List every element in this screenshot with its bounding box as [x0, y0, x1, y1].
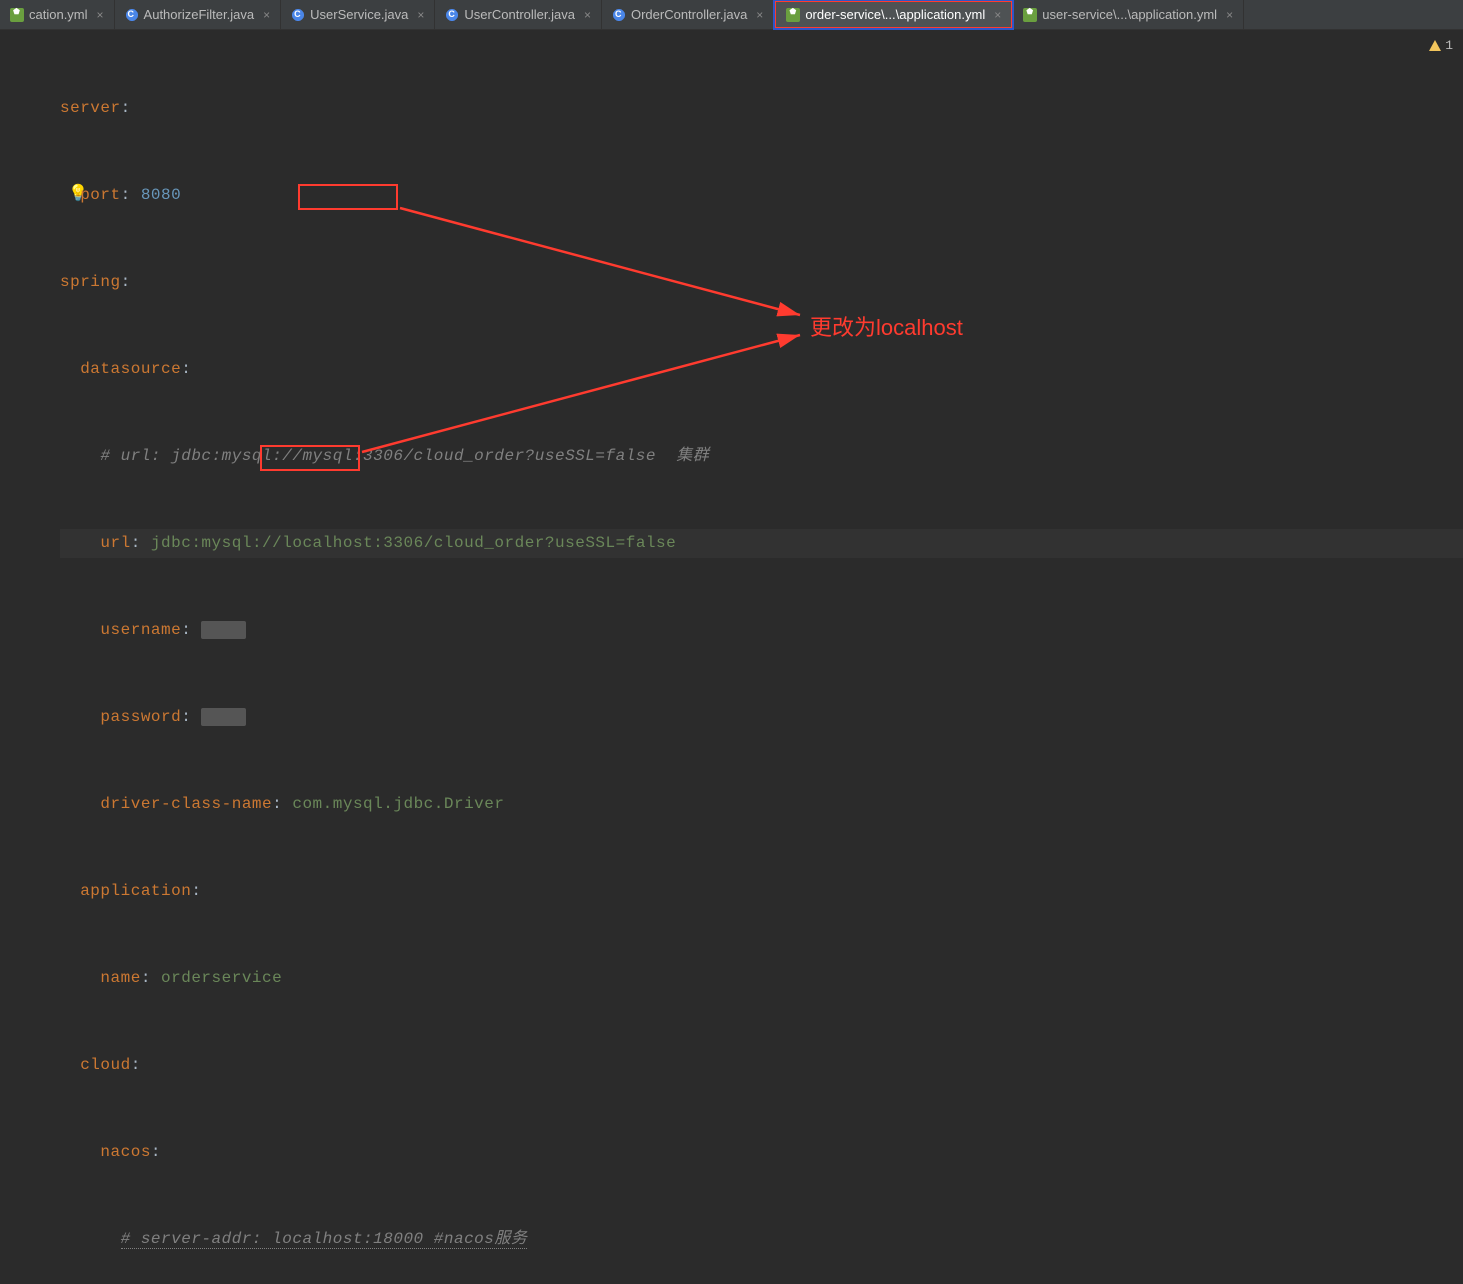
tab-5[interactable]: order-service\...\application.yml ×	[774, 0, 1013, 29]
tab-label: order-service\...\application.yml	[805, 7, 985, 22]
close-icon[interactable]: ×	[1226, 8, 1233, 22]
tab-2[interactable]: UserService.java ×	[281, 0, 435, 29]
close-icon[interactable]: ×	[97, 8, 104, 22]
tab-label: cation.yml	[29, 7, 88, 22]
tab-4[interactable]: OrderController.java ×	[602, 0, 774, 29]
yml-icon	[786, 8, 800, 22]
tab-label: UserController.java	[464, 7, 575, 22]
tab-0[interactable]: cation.yml ×	[0, 0, 115, 29]
masked-password	[201, 708, 245, 726]
yml-icon	[1023, 8, 1037, 22]
editor-tabs: cation.yml×AuthorizeFilter.java×UserServ…	[0, 0, 1463, 30]
code-editor[interactable]: 💡 server: port: 8080 spring: datasource:…	[0, 30, 1463, 1284]
tab-6[interactable]: user-service\...\application.yml ×	[1013, 0, 1244, 29]
tab-1[interactable]: AuthorizeFilter.java ×	[115, 0, 282, 29]
java-icon	[125, 8, 139, 22]
close-icon[interactable]: ×	[263, 8, 270, 22]
close-icon[interactable]: ×	[584, 8, 591, 22]
java-icon	[612, 8, 626, 22]
masked-username	[201, 621, 245, 639]
close-icon[interactable]: ×	[417, 8, 424, 22]
annotation-text: 更改为localhost	[810, 310, 963, 342]
tab-label: AuthorizeFilter.java	[144, 7, 255, 22]
tab-3[interactable]: UserController.java ×	[435, 0, 602, 29]
tab-label: UserService.java	[310, 7, 408, 22]
yml-icon	[10, 8, 24, 22]
code-content: server: port: 8080 spring: datasource: #…	[0, 36, 1463, 1284]
tab-label: OrderController.java	[631, 7, 747, 22]
tab-label: user-service\...\application.yml	[1042, 7, 1217, 22]
close-icon[interactable]: ×	[756, 8, 763, 22]
java-icon	[445, 8, 459, 22]
java-icon	[291, 8, 305, 22]
close-icon[interactable]: ×	[994, 8, 1001, 22]
